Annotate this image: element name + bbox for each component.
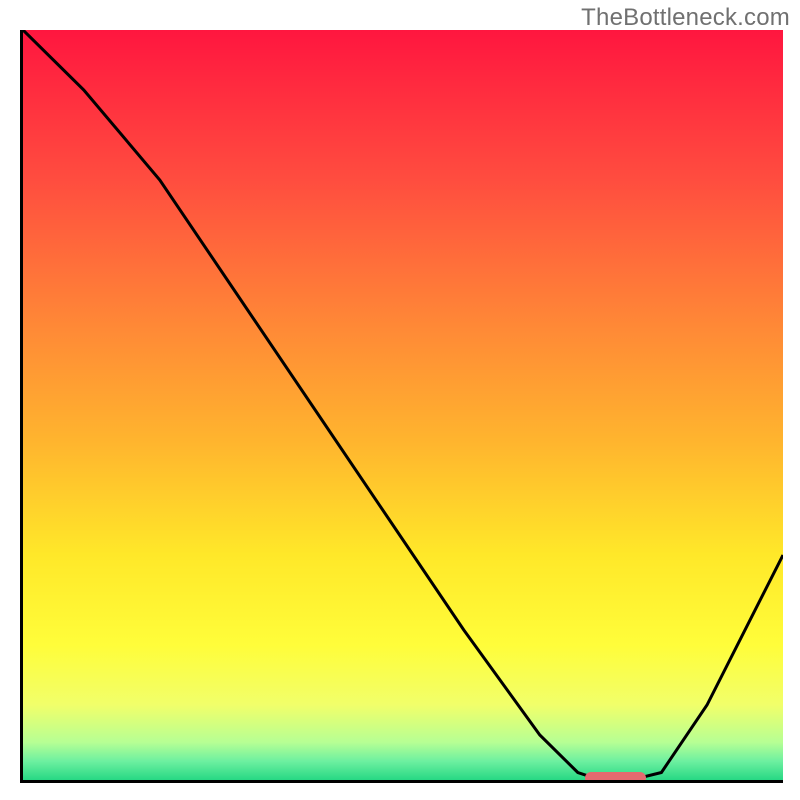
watermark-label: TheBottleneck.com	[581, 4, 790, 32]
plot-area	[20, 30, 783, 783]
bottleneck-chart: TheBottleneck.com	[0, 0, 800, 800]
curve-layer	[23, 30, 783, 780]
optimal-marker	[585, 772, 646, 783]
bottleneck-curve-path	[23, 30, 783, 780]
